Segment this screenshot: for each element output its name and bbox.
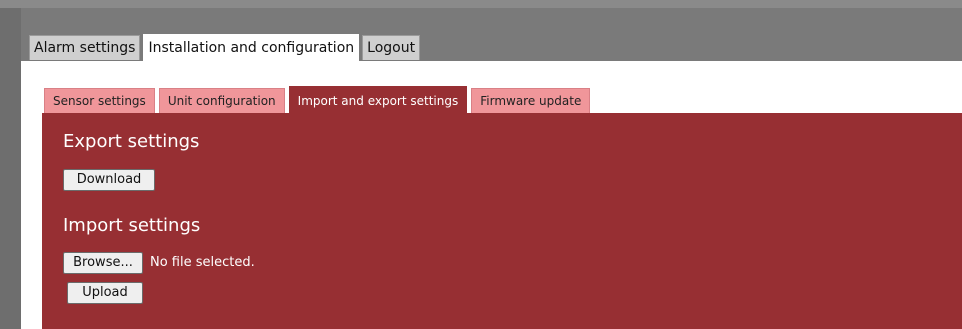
subtab-unit-configuration[interactable]: Unit configuration — [158, 88, 285, 114]
tab-logout[interactable]: Logout — [362, 35, 421, 60]
export-settings-heading: Export settings — [63, 131, 200, 152]
settings-content-panel: Export settings Download Import settings… — [42, 113, 962, 329]
subtab-import-and-export-settings[interactable]: Import and export settings — [288, 86, 468, 114]
import-settings-heading: Import settings — [63, 215, 201, 236]
browse-button[interactable]: Browse... — [63, 252, 143, 274]
upload-button[interactable]: Upload — [67, 282, 143, 304]
main-tab-bar: Alarm settings Installation and configur… — [29, 34, 421, 61]
subtab-sensor-settings[interactable]: Sensor settings — [44, 88, 155, 114]
file-selection-status: No file selected. — [150, 255, 255, 270]
window-top-strip — [0, 0, 962, 8]
subtab-firmware-update[interactable]: Firmware update — [471, 88, 591, 114]
tab-installation-and-configuration[interactable]: Installation and configuration — [143, 34, 360, 61]
left-frame-bar — [0, 8, 21, 329]
sub-tab-bar: Sensor settings Unit configuration Impor… — [44, 86, 591, 114]
tab-alarm-settings[interactable]: Alarm settings — [29, 35, 141, 60]
download-button[interactable]: Download — [63, 169, 155, 191]
